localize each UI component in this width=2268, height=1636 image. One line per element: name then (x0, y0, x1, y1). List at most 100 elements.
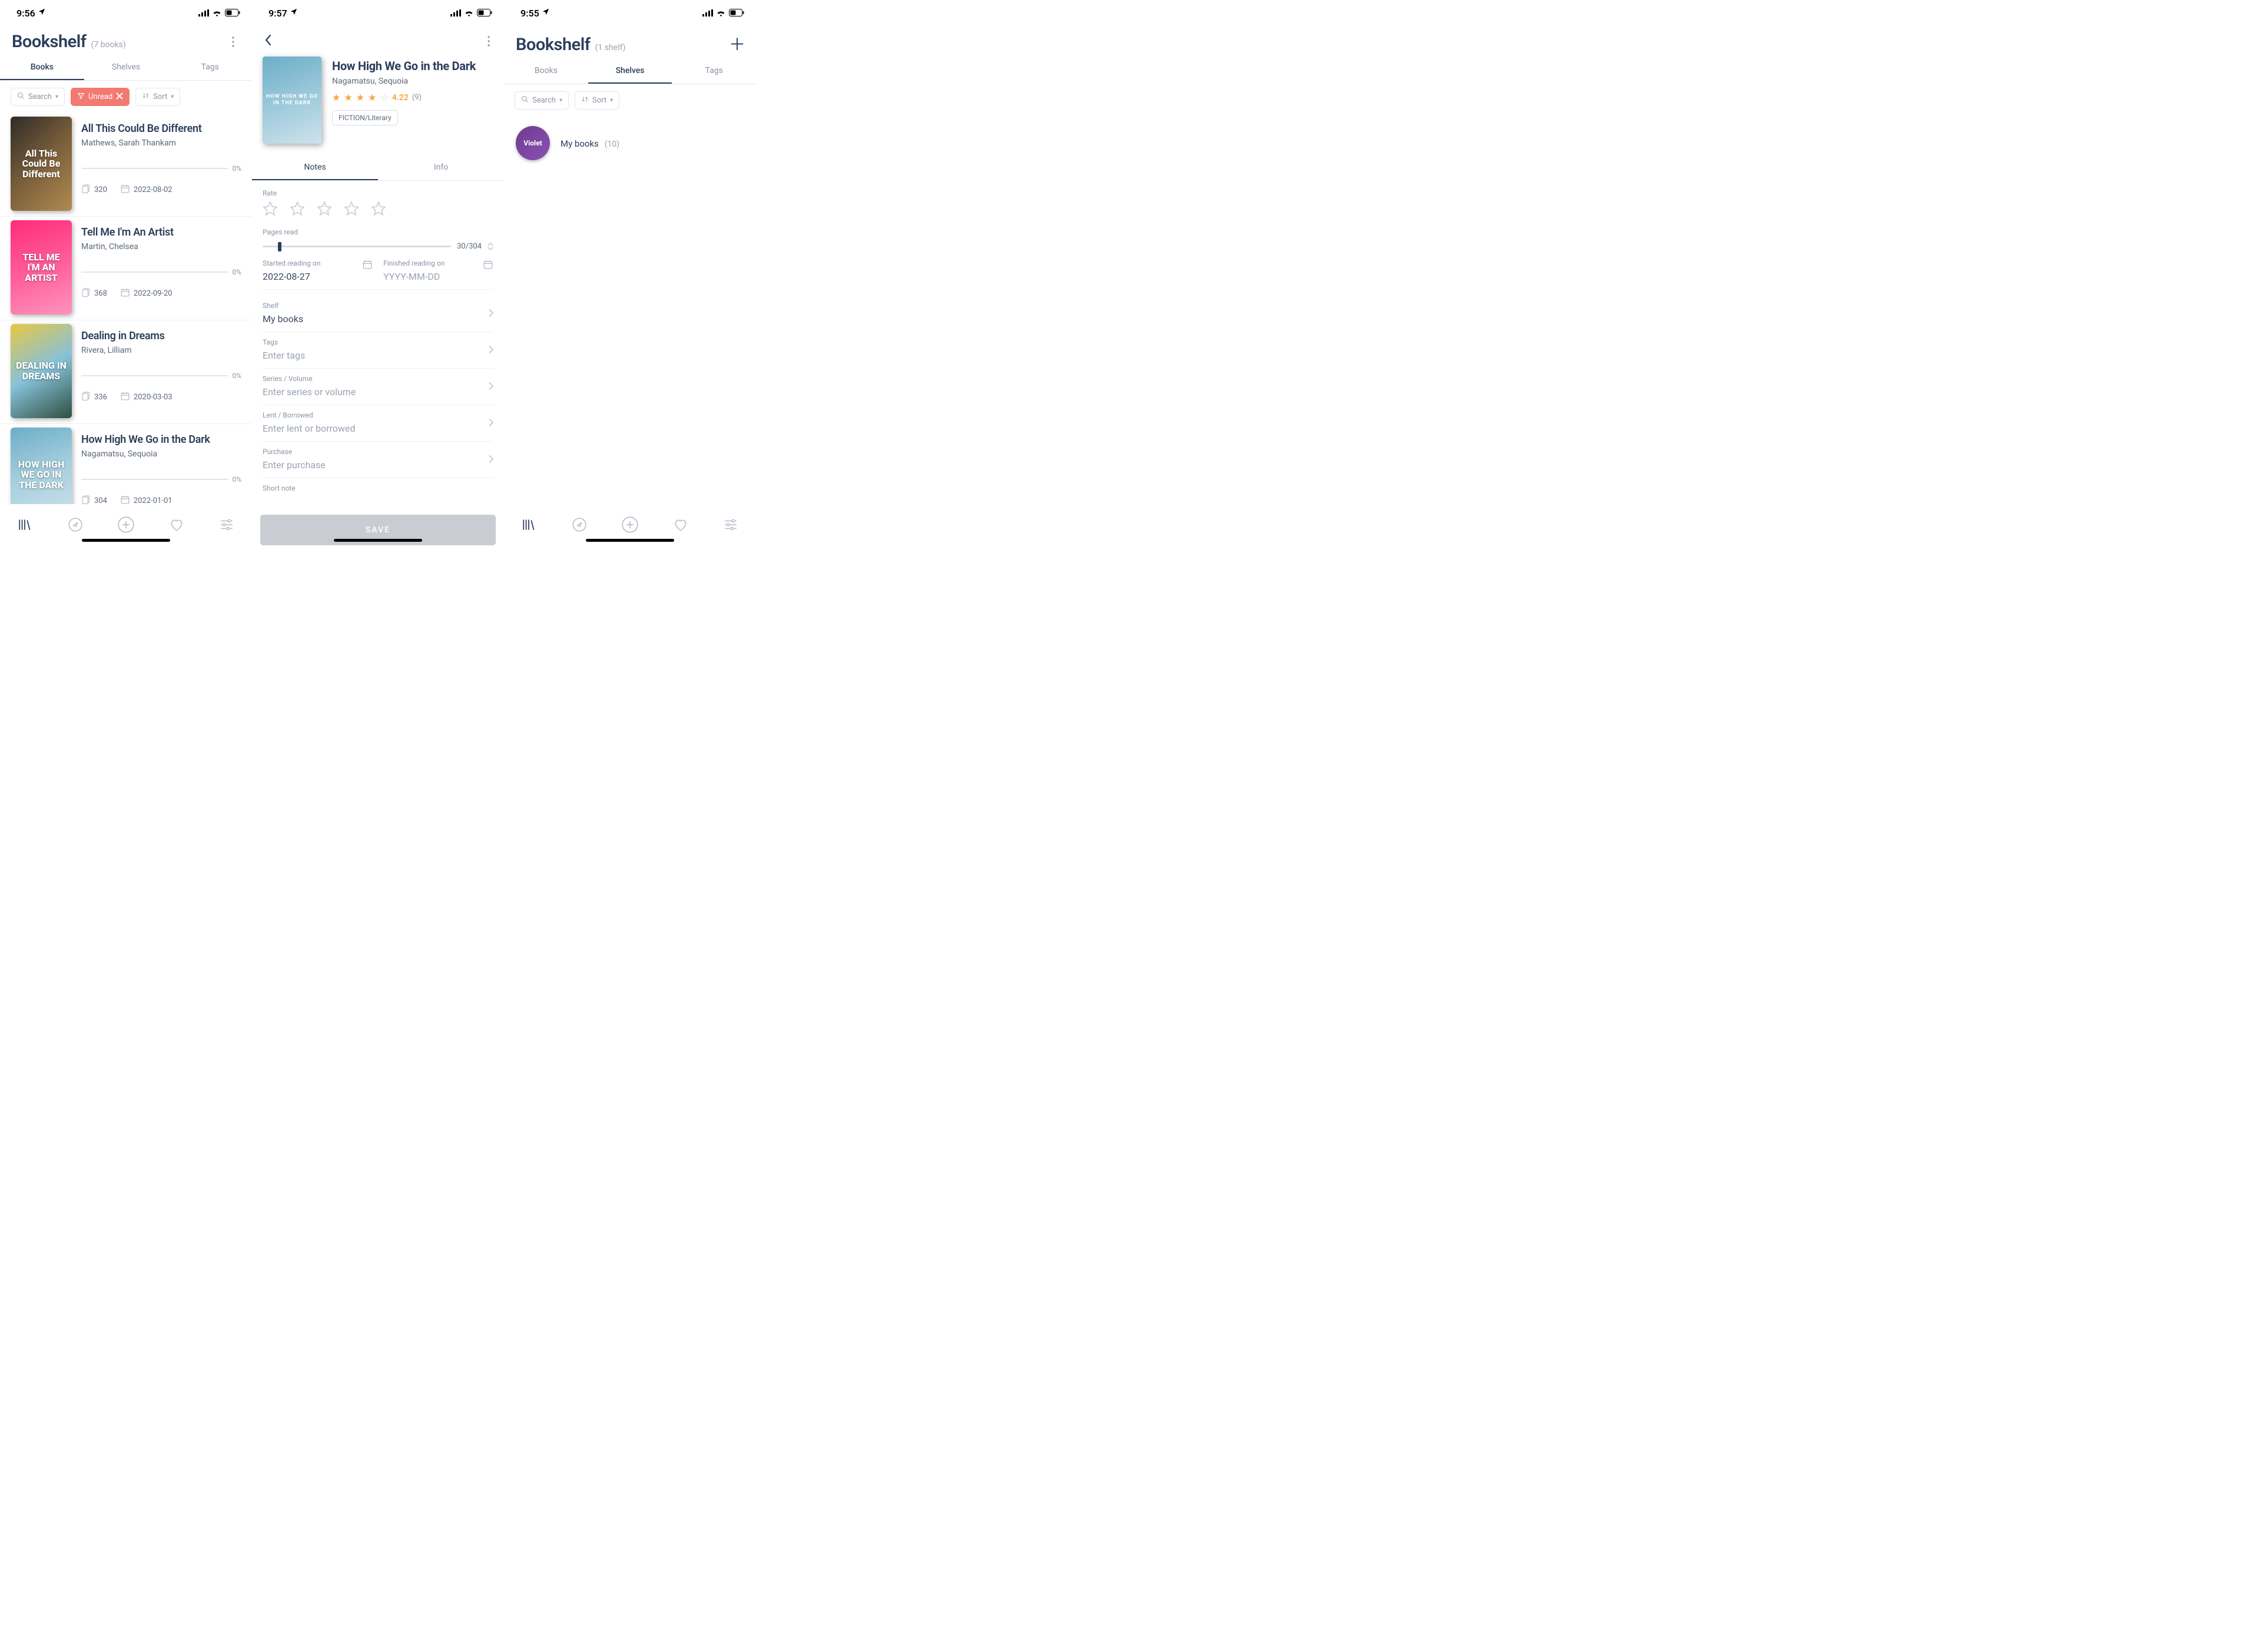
started-field[interactable]: Started reading on 2022-08-27 (263, 259, 373, 282)
calendar-icon (120, 495, 130, 505)
user-rating[interactable] (263, 201, 493, 218)
home-indicator[interactable] (82, 539, 170, 542)
notes-form: Rate Pages read 30/304 Started reading o… (252, 181, 504, 512)
star-empty-icon[interactable] (263, 201, 278, 218)
pages-value: 336 (94, 393, 107, 402)
pages-value: 304 (94, 496, 107, 505)
tab-books[interactable]: Books (0, 57, 84, 80)
search-button[interactable]: Search ▾ (11, 88, 65, 106)
finished-field[interactable]: Finished reading on YYYY-MM-DD (383, 259, 493, 282)
shelf-field[interactable]: Shelf My books (263, 296, 493, 332)
nav-compass-icon[interactable] (68, 517, 83, 535)
book-author: Nagamatsu, Sequoia (332, 77, 493, 86)
cover-text: All This Could Be Different (11, 144, 72, 184)
book-cover[interactable]: TELL ME I'M AN ARTIST (11, 220, 72, 314)
book-cover[interactable]: All This Could Be Different (11, 117, 72, 211)
nav-add-icon[interactable] (118, 516, 134, 535)
tab-books[interactable]: Books (504, 60, 588, 84)
slider-track[interactable] (263, 246, 451, 247)
series-field[interactable]: Series / Volume Enter series or volume (263, 369, 493, 405)
location-icon (290, 8, 298, 18)
tab-shelves[interactable]: Shelves (84, 57, 168, 80)
book-row[interactable]: HOW HIGH WE GO IN THE DARK How High We G… (0, 424, 252, 504)
chevron-right-icon (489, 454, 493, 465)
list-controls: Search ▾ Sort ▾ (504, 84, 756, 117)
book-row[interactable]: TELL ME I'M AN ARTIST Tell Me I'm An Art… (0, 217, 252, 320)
cellular-icon (450, 8, 461, 19)
screen-bookshelf-books: 9:56 Bookshelf (7 books) Books Shelves T… (0, 0, 252, 545)
add-shelf-button[interactable]: ＋ (730, 32, 744, 55)
nav-library-icon[interactable] (18, 517, 33, 535)
tab-tags[interactable]: Tags (168, 57, 252, 80)
kebab-menu-icon[interactable] (482, 36, 496, 47)
lent-placeholder: Enter lent or borrowed (263, 423, 493, 434)
nav-compass-icon[interactable] (572, 517, 587, 535)
home-indicator[interactable] (334, 539, 422, 542)
purchase-field[interactable]: Purchase Enter purchase (263, 442, 493, 478)
shelf-item[interactable]: Violet My books (10) (504, 117, 756, 170)
date-value: 2020-03-03 (134, 393, 173, 402)
cellular-icon (198, 8, 209, 19)
nav-favorites-icon[interactable] (673, 517, 688, 535)
nav-add-icon[interactable] (622, 516, 638, 535)
book-cover[interactable]: DEALING IN DREAMS (11, 324, 72, 418)
progress-row: 0% (81, 372, 241, 380)
kebab-menu-icon[interactable] (226, 37, 240, 47)
tags-field[interactable]: Tags Enter tags (263, 332, 493, 369)
star-empty-icon[interactable] (344, 201, 359, 218)
home-indicator[interactable] (586, 539, 674, 542)
purchase-label: Purchase (263, 448, 493, 456)
pages-read-slider[interactable]: 30/304 (263, 242, 493, 251)
slider-thumb[interactable] (278, 242, 281, 251)
star-empty-icon[interactable] (371, 201, 386, 218)
tab-notes[interactable]: Notes (252, 155, 378, 180)
chevron-down-icon[interactable] (488, 247, 493, 250)
sort-button[interactable]: Sort ▾ (575, 91, 619, 110)
book-row[interactable]: All This Could Be Different All This Cou… (0, 113, 252, 217)
date-stat: 2022-01-01 (120, 495, 173, 505)
status-time: 9:56 (16, 8, 35, 19)
progress-row: 0% (81, 164, 241, 173)
shelf-thumbnail: Violet (516, 126, 550, 160)
tab-shelves[interactable]: Shelves (588, 60, 672, 84)
page-title: Bookshelf (12, 32, 87, 52)
rating-count: (9) (412, 93, 422, 102)
search-icon (521, 95, 529, 105)
calendar-icon[interactable] (483, 259, 493, 272)
calendar-icon[interactable] (362, 259, 373, 272)
book-author: Mathews, Sarah Thankam (81, 138, 241, 148)
star-empty-icon[interactable] (317, 201, 332, 218)
book-cover[interactable]: HOW HIGH WE GO IN THE DARK (11, 428, 72, 504)
progress-label: 0% (232, 268, 241, 276)
tab-info[interactable]: Info (378, 155, 504, 180)
list-controls: Search ▾ Unread Sort ▾ (0, 81, 252, 113)
star-empty-icon[interactable] (290, 201, 305, 218)
nav-favorites-icon[interactable] (169, 517, 184, 535)
series-placeholder: Enter series or volume (263, 386, 493, 398)
stepper[interactable] (488, 243, 493, 250)
book-title: Tell Me I'm An Artist (81, 226, 241, 239)
wifi-icon (212, 8, 222, 19)
search-button[interactable]: Search ▾ (515, 91, 569, 110)
location-icon (38, 8, 46, 18)
close-icon[interactable] (116, 92, 123, 102)
book-cover[interactable]: HOW HIGH WE GO IN THE DARK (263, 57, 321, 144)
detail-tabs: Notes Info (252, 155, 504, 181)
star-icon: ★ (356, 92, 364, 103)
pages-stat: 304 (81, 494, 107, 504)
status-time: 9:57 (268, 8, 287, 19)
sort-button[interactable]: Sort ▾ (135, 88, 180, 106)
tab-tags[interactable]: Tags (672, 60, 756, 84)
lent-field[interactable]: Lent / Borrowed Enter lent or borrowed (263, 405, 493, 442)
book-row[interactable]: DEALING IN DREAMS Dealing in Dreams Rive… (0, 320, 252, 424)
chevron-up-icon[interactable] (488, 243, 493, 246)
pages-stat: 336 (81, 390, 107, 403)
nav-library-icon[interactable] (522, 517, 537, 535)
nav-settings-icon[interactable] (723, 517, 738, 535)
back-button[interactable] (260, 31, 276, 52)
short-note-field[interactable]: Short note (263, 478, 493, 503)
filter-unread-button[interactable]: Unread (71, 88, 130, 106)
book-list[interactable]: All This Could Be Different All This Cou… (0, 113, 252, 504)
genre-pill[interactable]: FICTION/Literary (332, 110, 398, 125)
nav-settings-icon[interactable] (219, 517, 234, 535)
